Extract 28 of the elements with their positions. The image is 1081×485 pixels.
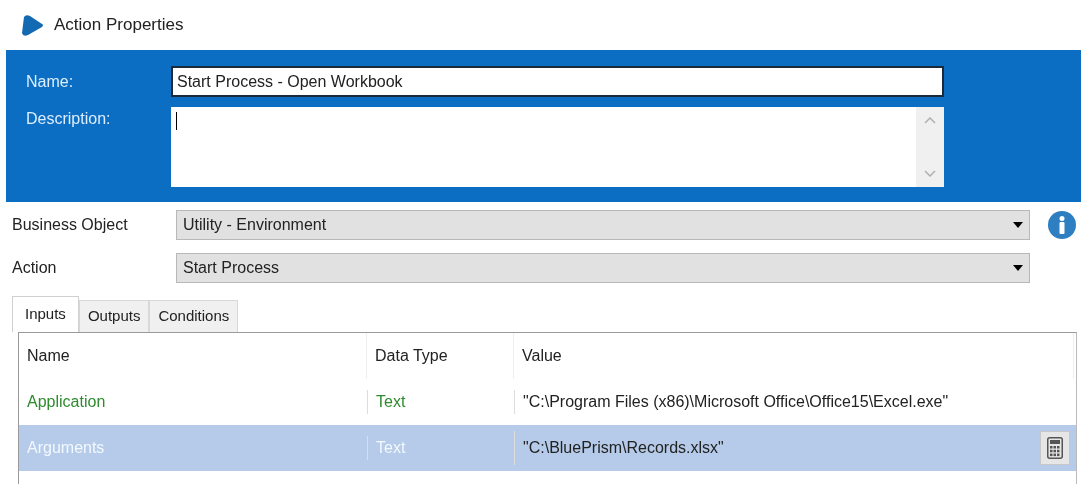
calculator-icon <box>1047 437 1063 459</box>
tab[interactable]: Conditions <box>149 300 239 332</box>
field-label: Name: <box>25 71 75 92</box>
field-label: Action <box>11 258 58 278</box>
expression-editor-button[interactable] <box>1040 431 1070 465</box>
dropdown[interactable]: Utility - Environment <box>176 210 1030 240</box>
table-cell-text: "C:\Program Files (x86)\Microsoft Office\Office15\Excel.exe" <box>523 392 949 412</box>
field-label: Description: <box>25 109 112 129</box>
scroll-up-icon[interactable] <box>924 117 936 124</box>
dropdown-caret-icon <box>1013 222 1023 228</box>
tab[interactable]: Outputs <box>78 300 150 332</box>
window-title: Action Properties <box>54 14 184 37</box>
dropdown[interactable]: Start Process <box>176 253 1030 283</box>
table-row[interactable]: Arguments Text "C:\BluePrism\Records.xlsx" <box>19 425 1076 471</box>
table-cell-text: "C:\BluePrism\Records.xlsx" <box>523 438 724 458</box>
description-field[interactable] <box>171 107 944 187</box>
table-cell: Text <box>367 390 514 414</box>
scrollbar[interactable] <box>916 107 944 187</box>
app-logo-icon <box>20 13 44 37</box>
info-icon[interactable] <box>1048 211 1076 239</box>
scroll-down-icon[interactable] <box>924 170 936 177</box>
table-cell-text: Arguments <box>26 438 106 458</box>
table-cell: Text <box>367 436 514 460</box>
table-cell-text: Application <box>26 392 107 412</box>
name-field[interactable]: Start Process - Open Workbook <box>171 66 944 97</box>
field-label: Business Object <box>11 215 129 235</box>
tab[interactable]: Inputs <box>12 296 79 332</box>
dropdown-caret-icon <box>1013 265 1023 271</box>
